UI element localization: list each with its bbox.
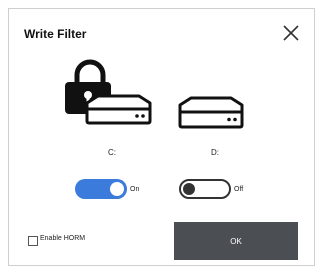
drive-d (177, 95, 245, 136)
drive-d-label: D: (211, 148, 219, 157)
drive-c (65, 59, 157, 148)
toggle-knob (183, 183, 195, 195)
toggle-knob (110, 182, 124, 196)
drive-d-toggle-state: Off (234, 186, 244, 193)
hard-drive-icon (178, 96, 244, 129)
drive-c-label: C: (108, 148, 116, 157)
close-button[interactable] (281, 23, 301, 43)
write-filter-dialog: Write Filter C: D: On Off Enable HORM OK (8, 8, 315, 266)
dialog-title: Write Filter (24, 27, 87, 41)
drive-c-write-filter-toggle[interactable] (75, 179, 127, 199)
hard-drive-icon (85, 94, 152, 125)
close-icon (283, 25, 299, 41)
enable-horm-checkbox[interactable] (28, 236, 38, 246)
enable-horm-label[interactable]: Enable HORM (40, 235, 85, 242)
drive-d-write-filter-toggle[interactable] (179, 179, 231, 199)
ok-button[interactable]: OK (174, 222, 298, 260)
drive-c-toggle-state: On (130, 186, 140, 193)
